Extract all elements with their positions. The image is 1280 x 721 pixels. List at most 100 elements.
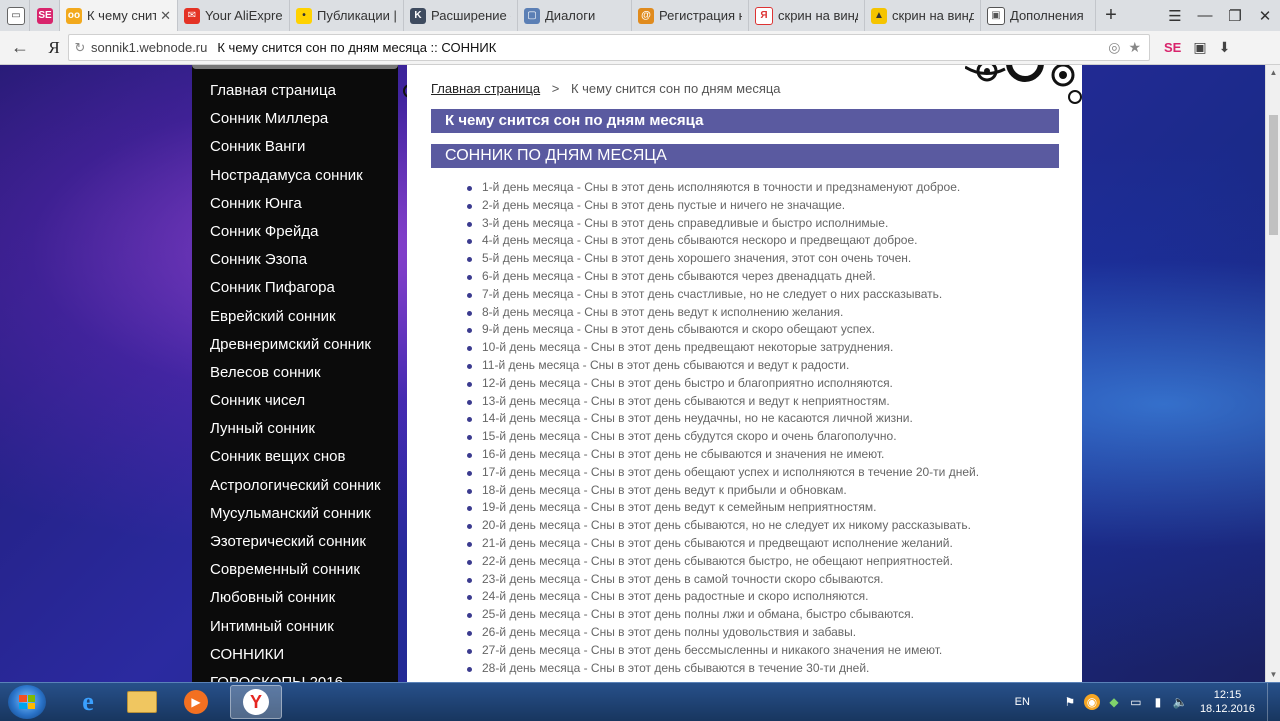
reload-icon[interactable]: ↻	[69, 40, 91, 56]
tab-dialogs[interactable]: ▢ Диалоги	[518, 0, 632, 31]
web-page: Главная страница Сонник Миллера Сонник Ван…	[0, 65, 1265, 682]
menu-icon[interactable]: ☰	[1160, 7, 1190, 25]
tab-registration[interactable]: @ Регистрация н	[632, 0, 749, 31]
tab-title: Расширение -	[431, 8, 511, 23]
sidebar-item[interactable]: Сонник Фрейда	[210, 220, 398, 248]
tab-addons[interactable]: ▣ Дополнения	[981, 0, 1096, 31]
restore-icon[interactable]: ❐	[1220, 7, 1250, 25]
list-item: 2-й день месяца - Сны в этот день пустые…	[465, 197, 979, 215]
address-field[interactable]: ↻ sonnik1.webnode.ru К чему снится сон п…	[68, 34, 1150, 61]
close-window-icon[interactable]: ✕	[1250, 7, 1280, 25]
section-heading: СОННИК ПО ДНЯМ МЕСЯЦА	[431, 144, 1059, 168]
tab-publications[interactable]: • Публикации | Ⅴ	[290, 0, 404, 31]
breadcrumb-separator: >	[551, 81, 560, 96]
page-scrollbar[interactable]: ▲ ▼	[1265, 65, 1280, 682]
sidebar-item[interactable]: Современный сонник	[210, 558, 398, 586]
zen-favicon: •	[296, 7, 312, 24]
sidebar-item[interactable]: Интимный сонник	[210, 615, 398, 643]
breadcrumb: Главная страница > К чему снится сон по …	[431, 81, 781, 96]
url-page-title: К чему снится сон по дням месяца :: СОНН…	[217, 40, 497, 55]
sidebar-item[interactable]: Велесов сонник	[210, 361, 398, 389]
sonnik-extension-icon[interactable]: SE	[1164, 40, 1181, 55]
addons-favicon: ▣	[987, 6, 1005, 25]
days-list: 1-й день месяца - Сны в этот день исполн…	[465, 179, 979, 677]
tab-title: Your AliExpress	[205, 8, 283, 23]
sidebar-item[interactable]: Сонник Ванги	[210, 135, 398, 163]
sidebar-item[interactable]: Сонник Миллера	[210, 107, 398, 135]
registration-favicon: @	[638, 7, 654, 24]
close-tab-icon[interactable]: ✕	[156, 8, 171, 24]
flag-icon[interactable]: ⚑	[1062, 694, 1078, 710]
owl-favicon: oo	[66, 7, 82, 24]
yandex-browser-icon[interactable]: Y	[230, 685, 282, 719]
protect-icon[interactable]: ◎	[1108, 39, 1120, 56]
list-item: 12-й день месяца - Сны в этот день быстр…	[465, 375, 979, 393]
screenshot-extension-icon[interactable]: ▣	[1193, 39, 1206, 56]
network-icon[interactable]: ▮	[1150, 694, 1166, 710]
windows-logo-icon	[19, 695, 35, 709]
list-item: 13-й день месяца - Сны в этот день сбыва…	[465, 393, 979, 411]
scroll-up-icon[interactable]: ▲	[1266, 65, 1280, 80]
list-item: 25-й день месяца - Сны в этот день полны…	[465, 606, 979, 624]
extensions: SE ▣ ⬇	[1164, 39, 1230, 56]
list-item: 6-й день месяца - Сны в этот день сбываю…	[465, 268, 979, 286]
list-item: 16-й день месяца - Сны в этот день не сб…	[465, 446, 979, 464]
tab-screenshot-1[interactable]: Я скрин на винд	[749, 0, 865, 31]
list-item: 14-й день месяца - Сны в этот день неуда…	[465, 410, 979, 428]
scroll-down-icon[interactable]: ▼	[1266, 667, 1280, 682]
sidebar-list: Главная страница Сонник Миллера Сонник Ван…	[192, 65, 398, 682]
clock[interactable]: 12:15 18.12.2016	[1200, 688, 1255, 716]
sidebar-menu: Главная страница Сонник Миллера Сонник Ван…	[192, 65, 398, 682]
sidebar-item[interactable]: Еврейский сонник	[210, 305, 398, 333]
yandex-button[interactable]: Я	[40, 38, 68, 58]
sidebar-item[interactable]: Сонник Пифагора	[210, 276, 398, 304]
sidebar-item[interactable]: Эзотерический сонник	[210, 530, 398, 558]
list-item: 20-й день месяца - Сны в этот день сбыва…	[465, 517, 979, 535]
list-item: 27-й день месяца - Сны в этот день бессм…	[465, 642, 979, 660]
download-icon[interactable]: ⬇	[1219, 39, 1231, 56]
sidebar-item[interactable]: Нострадамуса сонник	[210, 164, 398, 192]
dialogs-favicon: ▢	[524, 7, 540, 24]
list-item: 10-й день месяца - Сны в этот день предв…	[465, 339, 979, 357]
bookmark-star-icon[interactable]: ★	[1128, 39, 1141, 56]
sidebar-item[interactable]: Сонник Юнга	[210, 192, 398, 220]
back-arrow-icon[interactable]: ←	[0, 37, 40, 58]
minimize-icon[interactable]: —	[1190, 7, 1220, 24]
tab-active[interactable]: oo К чему снит ✕	[60, 0, 178, 31]
file-explorer-icon[interactable]	[116, 685, 168, 719]
tab-screenshot-2[interactable]: ▲ скрин на винд	[865, 0, 981, 31]
sidebar-item[interactable]: Мусульманский сонник	[210, 502, 398, 530]
monitor-icon[interactable]: ▭	[1128, 694, 1144, 710]
sidebar-item[interactable]: Сонник Эзопа	[210, 248, 398, 276]
ornament-right-icon	[965, 65, 1082, 104]
list-item: 24-й день месяца - Сны в этот день радос…	[465, 588, 979, 606]
internet-explorer-icon[interactable]: e	[62, 685, 114, 719]
tab-extension[interactable]: K Расширение -	[404, 0, 518, 31]
tab-title: Публикации | Ⅴ	[317, 7, 397, 23]
sidebar-item[interactable]: Сонник вещих снов	[210, 445, 398, 473]
sidebar-item[interactable]: Сонник чисел	[210, 389, 398, 417]
sidebar-item[interactable]: Лунный сонник	[210, 417, 398, 445]
sidebar-item[interactable]: Главная страница	[210, 79, 398, 107]
sidebar-item[interactable]: Астрологический сонник	[210, 474, 398, 502]
sidebar-item[interactable]: ГОРОСКОПЫ 2016	[210, 671, 398, 682]
new-tab-button[interactable]: +	[1096, 0, 1126, 31]
sidebar-item[interactable]: СОННИКИ	[210, 643, 398, 671]
tab-title: скрин на винд	[778, 8, 858, 23]
start-button[interactable]	[8, 685, 46, 719]
security-tray-icon[interactable]: ◆	[1106, 694, 1122, 710]
tab-manager-button[interactable]: ▭	[0, 0, 30, 31]
volume-icon[interactable]: 🔈	[1172, 694, 1188, 710]
sidebar-item[interactable]: Древнеримский сонник	[210, 333, 398, 361]
sidebar-item[interactable]: Любовный сонник	[210, 586, 398, 614]
browser-tray-icon[interactable]: ◉	[1083, 694, 1100, 710]
language-indicator[interactable]: EN	[1015, 696, 1030, 708]
media-player-icon[interactable]: ▶	[170, 685, 222, 719]
tab-aliexpress[interactable]: ✉ Your AliExpress	[178, 0, 290, 31]
clock-date: 18.12.2016	[1199, 703, 1255, 715]
scrollbar-thumb[interactable]	[1269, 115, 1278, 235]
pinned-tab-sonnik[interactable]: SE	[30, 0, 60, 31]
show-desktop-button[interactable]	[1267, 683, 1280, 721]
breadcrumb-home-link[interactable]: Главная страница	[431, 81, 540, 96]
list-item: 7-й день месяца - Сны в этот день счастл…	[465, 286, 979, 304]
